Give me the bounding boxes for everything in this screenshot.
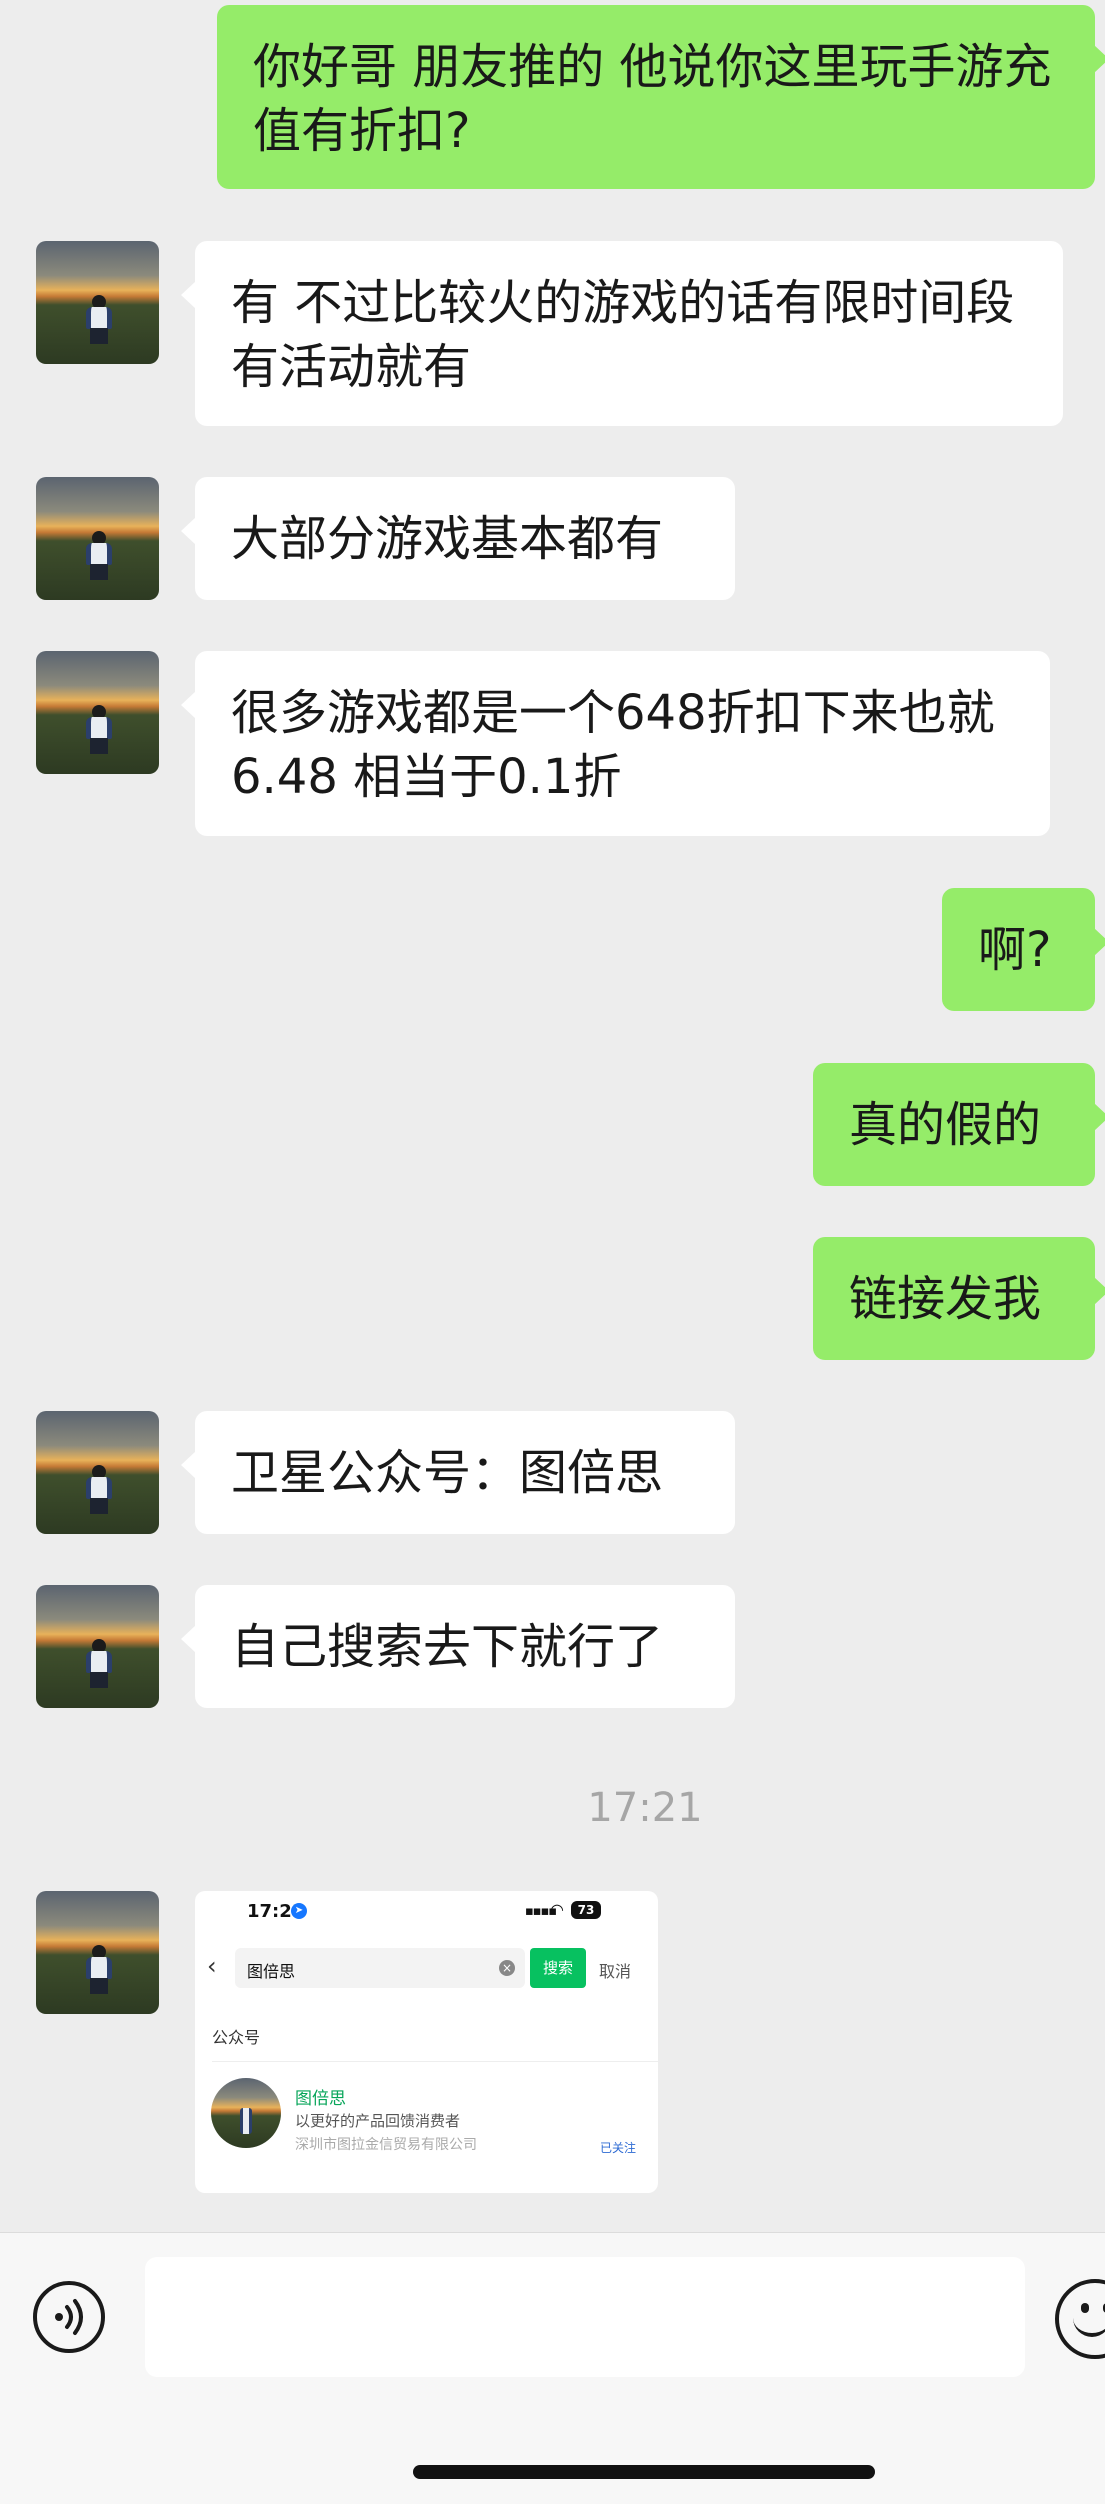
emoji-icon[interactable]	[1055, 2279, 1105, 2359]
contact-avatar[interactable]	[36, 241, 159, 364]
search-query: 图倍思	[247, 1962, 296, 1981]
contact-avatar[interactable]	[36, 1411, 159, 1534]
contact-avatar[interactable]	[36, 477, 159, 600]
image-message[interactable]: 17:21 ➤ ▪▪▪▪ ◠ 73 ‹ 图倍思 × 搜索 取消 公众号 图倍思 …	[195, 1891, 658, 2193]
follow-status: 已关注	[600, 2141, 637, 2155]
message-bubble-received[interactable]: 自己搜索去下就行了	[181, 1585, 735, 1708]
clear-icon: ×	[499, 1960, 515, 1976]
message-timestamp: 17:21	[587, 1785, 703, 1831]
message-input[interactable]	[145, 2257, 1025, 2377]
message-bubble-sent[interactable]: 啊?	[942, 888, 1105, 1011]
search-button: 搜索	[530, 1948, 586, 1988]
screenshot-status-bar: 17:21 ➤ ▪▪▪▪ ◠ 73	[195, 1891, 658, 1931]
home-indicator	[413, 2465, 875, 2479]
screenshot-search-row: ‹ 图倍思 × 搜索 取消	[195, 1948, 658, 1988]
chat-area: 你好哥 朋友推的 他说你这里玩手游充值有折扣? 有 不过比较火的游戏的话有限时间…	[0, 0, 1105, 2232]
message-bubble-received[interactable]: 大部分游戏基本都有	[181, 477, 735, 600]
contact-avatar[interactable]	[36, 1891, 159, 2014]
screenshot-search-box: 图倍思 ×	[235, 1948, 525, 1988]
message-bubble-received[interactable]: 卫星公众号：图倍思	[181, 1411, 735, 1534]
voice-icon[interactable]	[33, 2281, 105, 2353]
wifi-icon: ◠	[550, 1900, 564, 1919]
cancel-label: 取消	[599, 1962, 632, 1981]
section-label: 公众号	[212, 2028, 261, 2047]
message-bubble-sent[interactable]: 链接发我	[813, 1237, 1105, 1360]
message-bubble-sent[interactable]: 你好哥 朋友推的 他说你这里玩手游充值有折扣?	[217, 5, 1105, 189]
account-name: 图倍思	[295, 2089, 346, 2109]
input-bar	[0, 2232, 1105, 2504]
account-organization: 深圳市图拉金信贸易有限公司	[295, 2137, 477, 2153]
contact-avatar[interactable]	[36, 1585, 159, 1708]
location-icon: ➤	[291, 1903, 307, 1919]
message-bubble-sent[interactable]: 真的假的	[813, 1063, 1105, 1186]
account-avatar	[211, 2078, 281, 2148]
divider	[212, 2061, 658, 2062]
message-bubble-received[interactable]: 很多游戏都是一个648折扣下来也就6.48 相当于0.1折	[181, 651, 1050, 836]
back-icon: ‹	[207, 1952, 217, 1980]
battery-icon: 73	[571, 1901, 601, 1919]
contact-avatar[interactable]	[36, 651, 159, 774]
message-bubble-received[interactable]: 有 不过比较火的游戏的话有限时间段 有活动就有	[181, 241, 1063, 426]
account-description: 以更好的产品回馈消费者	[295, 2112, 461, 2130]
